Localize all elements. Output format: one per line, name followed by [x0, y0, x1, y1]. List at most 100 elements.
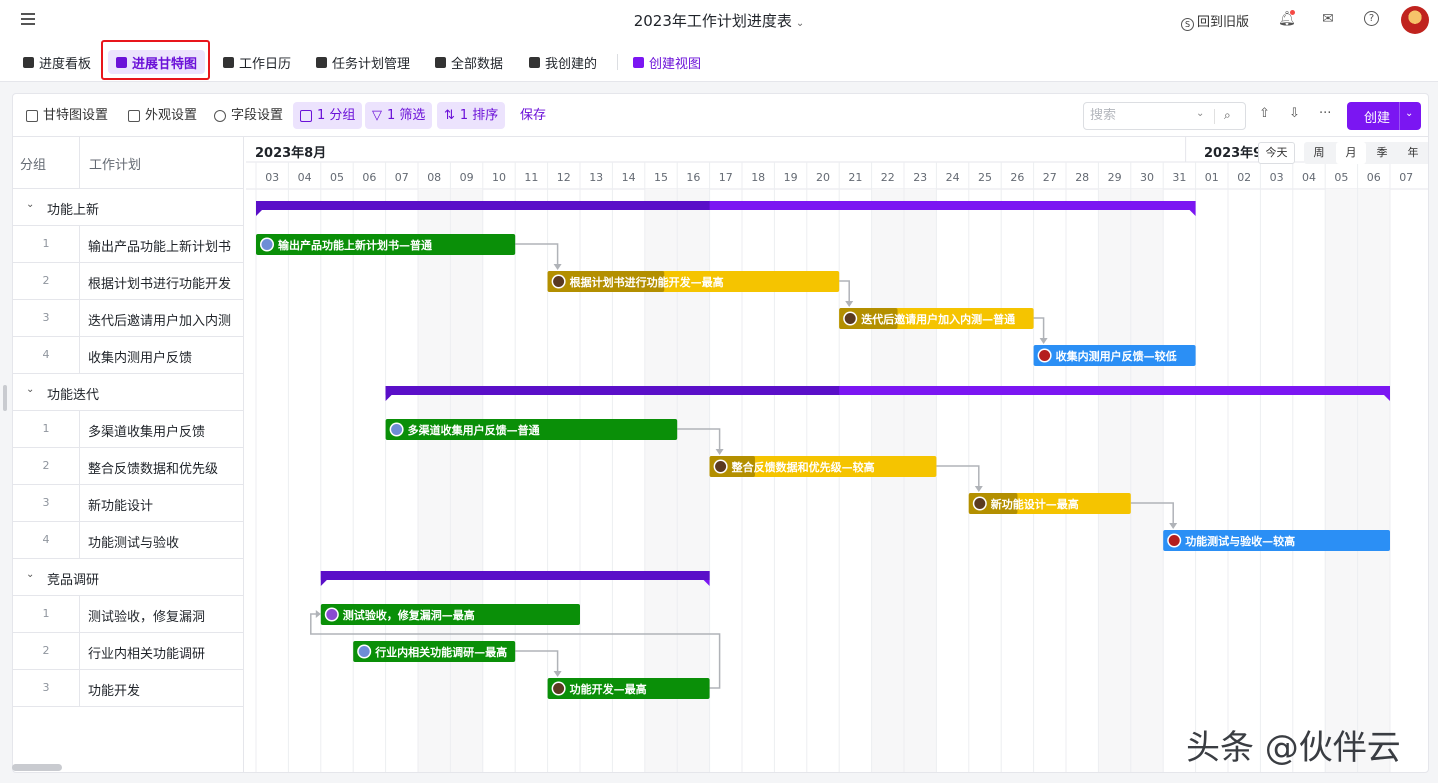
- day-tick-label: 04: [1302, 171, 1316, 184]
- top-bar: 2023年工作计划进度表 ⌄ S 回到旧版 🔔︎ ✉︎ ?: [0, 0, 1438, 40]
- dependency-arrow: [553, 671, 562, 677]
- more-icon[interactable]: ···: [1319, 106, 1331, 121]
- task-row[interactable]: 4 功能测试与验收: [13, 522, 244, 559]
- task-name[interactable]: 新功能设计: [88, 495, 153, 514]
- divider: [79, 633, 80, 670]
- task-row[interactable]: 2 根据计划书进行功能开发: [13, 263, 244, 300]
- calendar-icon: [223, 56, 234, 68]
- help-icon[interactable]: ?: [1364, 11, 1379, 26]
- day-tick-label: 03: [265, 171, 279, 184]
- avatar-blue-icon: [358, 646, 370, 657]
- tab-all-data[interactable]: 全部数据: [435, 53, 503, 72]
- task-name[interactable]: 多渠道收集用户反馈: [88, 421, 205, 440]
- task-row[interactable]: 1 测试验收，修复漏洞: [13, 596, 244, 633]
- appearance-settings-button[interactable]: 外观设置: [128, 105, 197, 127]
- task-bar-label: 行业内相关功能调研—最高: [374, 645, 507, 659]
- gantt-settings-button[interactable]: 甘特图设置: [26, 105, 108, 127]
- column-header-plan: 工作计划: [89, 158, 142, 173]
- sort-label: 1 排序: [459, 108, 499, 123]
- task-name[interactable]: 收集内测用户反馈: [88, 347, 192, 366]
- chevron-down-icon[interactable]: ⌄: [26, 384, 34, 395]
- task-row[interactable]: 3 新功能设计: [13, 485, 244, 522]
- divider: [79, 226, 80, 263]
- task-row[interactable]: 2 整合反馈数据和优先级: [13, 448, 244, 485]
- download-icon[interactable]: ⇩: [1289, 106, 1300, 121]
- day-tick-label: 09: [460, 171, 474, 184]
- task-name[interactable]: 测试验收，修复漏洞: [88, 606, 205, 625]
- dependency-line: [515, 650, 559, 674]
- left-scrollbar[interactable]: [12, 764, 62, 771]
- chevron-down-icon[interactable]: ⌄: [26, 199, 34, 210]
- task-row[interactable]: 1 输出产品功能上新计划书: [13, 226, 244, 263]
- divider: [1399, 102, 1400, 130]
- scale-month[interactable]: 月: [1336, 142, 1366, 164]
- scale-quarter[interactable]: 季: [1367, 142, 1397, 164]
- create-view-button[interactable]: 创建视图: [633, 53, 701, 72]
- group-button[interactable]: 1 分组: [293, 102, 363, 129]
- scale-week[interactable]: 周: [1304, 142, 1334, 164]
- chevron-down-icon[interactable]: ⌄: [26, 569, 34, 580]
- weekend-column: [871, 189, 904, 772]
- task-bar-label: 测试验收，修复漏洞—最高: [343, 608, 475, 622]
- back-to-old-version-button[interactable]: S 回到旧版: [1181, 11, 1249, 31]
- chevron-down-icon[interactable]: ⌄: [1405, 108, 1413, 119]
- task-name[interactable]: 迭代后邀请用户加入内测: [88, 310, 231, 329]
- group-summary-cap: [385, 395, 392, 401]
- field-settings-button[interactable]: 字段设置: [214, 105, 283, 127]
- resize-handle[interactable]: [3, 385, 7, 411]
- search-icon[interactable]: ⌕: [1224, 108, 1231, 123]
- filter-button[interactable]: ▽ 1 筛选: [365, 102, 433, 129]
- chevron-down-icon[interactable]: ⌄: [1196, 108, 1204, 119]
- board-icon: [23, 56, 34, 68]
- plus-icon: [633, 56, 644, 68]
- document-title-text[interactable]: 2023年工作计划进度表: [634, 12, 792, 30]
- group-summary-progress: [385, 386, 840, 395]
- chevron-down-icon[interactable]: ⌄: [796, 18, 804, 29]
- sort-button[interactable]: ⇅ 1 排序: [437, 102, 506, 129]
- task-row[interactable]: 4 收集内测用户反馈: [13, 337, 244, 374]
- day-tick-label: 21: [848, 171, 862, 184]
- day-tick-label: 16: [686, 171, 700, 184]
- task-row[interactable]: 3 功能开发: [13, 670, 244, 707]
- search-input[interactable]: [1090, 108, 1190, 123]
- tab-created-by-me[interactable]: 我创建的: [529, 53, 597, 72]
- grid-icon: [316, 56, 327, 68]
- day-tick-label: 22: [881, 171, 895, 184]
- task-row[interactable]: 3 迭代后邀请用户加入内测: [13, 300, 244, 337]
- divider: [79, 263, 80, 300]
- today-button[interactable]: 今天: [1258, 142, 1295, 164]
- divider: [79, 485, 80, 522]
- create-button[interactable]: 创建 ⌄: [1347, 102, 1421, 130]
- task-name[interactable]: 根据计划书进行功能开发: [88, 273, 231, 292]
- task-name[interactable]: 功能开发: [88, 680, 140, 699]
- group-row[interactable]: ⌄ 功能迭代: [13, 374, 244, 411]
- dependency-line: [839, 280, 850, 304]
- upload-icon[interactable]: ⇧: [1259, 106, 1270, 121]
- task-name[interactable]: 功能测试与验收: [88, 532, 179, 551]
- day-tick-label: 10: [492, 171, 506, 184]
- row-number: 1: [42, 422, 50, 435]
- day-tick-label: 23: [913, 171, 927, 184]
- scale-year[interactable]: 年: [1398, 142, 1428, 164]
- month-label-september: 2023年9: [1204, 146, 1263, 161]
- save-button[interactable]: 保存: [520, 105, 546, 127]
- task-row[interactable]: 2 行业内相关功能调研: [13, 633, 244, 670]
- task-name[interactable]: 整合反馈数据和优先级: [88, 458, 218, 477]
- tab-progress-board[interactable]: 进度看板: [23, 53, 91, 72]
- search-box[interactable]: ⌄ ⌕: [1083, 102, 1246, 130]
- task-name[interactable]: 输出产品功能上新计划书: [88, 236, 231, 255]
- task-row[interactable]: 1 多渠道收集用户反馈: [13, 411, 244, 448]
- tab-label: 工作日历: [239, 56, 292, 72]
- user-avatar[interactable]: [1401, 6, 1429, 34]
- tab-calendar[interactable]: 工作日历: [223, 53, 292, 72]
- day-tick-label: 15: [654, 171, 668, 184]
- task-bar-label: 迭代后邀请用户加入内测—普通: [861, 312, 1015, 326]
- inbox-icon[interactable]: ✉︎: [1320, 11, 1336, 27]
- task-name[interactable]: 行业内相关功能调研: [88, 643, 205, 662]
- tab-task-plan[interactable]: 任务计划管理: [316, 53, 410, 72]
- group-row[interactable]: ⌄ 竞品调研: [13, 559, 244, 596]
- day-tick-label: 13: [589, 171, 603, 184]
- day-tick-label: 30: [1140, 171, 1154, 184]
- gantt-toolbar: 甘特图设置 外观设置 字段设置 1 分组 ▽1 筛选 ⇅1 排序 保存 ⌄ ⌕ …: [13, 94, 1428, 137]
- group-row[interactable]: ⌄ 功能上新: [13, 189, 244, 226]
